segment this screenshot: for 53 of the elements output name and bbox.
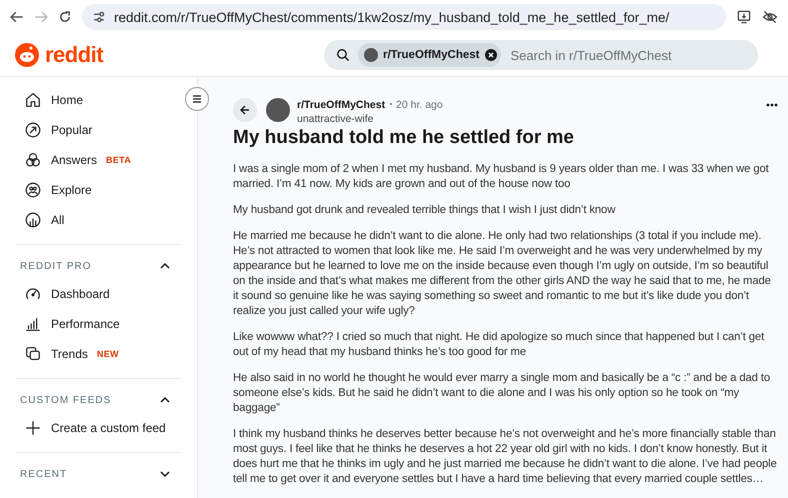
chat-squares-icon xyxy=(24,345,42,363)
sidebar-item[interactable]: Popular xyxy=(16,115,181,145)
sidebar-item[interactable]: Create a custom feed xyxy=(16,413,181,443)
chip-label: r/TrueOffMyChest xyxy=(383,49,480,61)
logo-text: reddit xyxy=(45,42,104,68)
section-header[interactable]: CUSTOM FEEDS xyxy=(16,387,181,413)
avatar-icon xyxy=(364,48,378,62)
post-paragraph: Like wowww what?? I cried so much that night. He did apologize so much since that happened but I can’t get out of my head that my husband thinks he’s too good for me xyxy=(233,330,766,360)
menu-button[interactable] xyxy=(185,87,209,111)
sidebar-item[interactable]: Explore xyxy=(16,175,181,205)
tag-label: BETA xyxy=(106,155,132,165)
bar-chart-icon xyxy=(24,315,42,333)
eye-slash-icon[interactable] xyxy=(762,9,778,25)
section-header[interactable]: REDDIT PRO xyxy=(16,253,181,279)
post-paragraph: I was a single mom of 2 when I met my husband. My husband is 9 years older than me. I was 33 when we got married. I’m 41 now. My kids are grown and out of the house now too xyxy=(233,162,770,192)
sidebar-item[interactable]: Performance xyxy=(16,309,181,339)
community-chip[interactable]: r/TrueOffMyChest xyxy=(358,43,500,67)
post-time: 20 hr. ago xyxy=(396,99,443,111)
sidebar-item[interactable]: Dashboard xyxy=(16,279,181,309)
reload-icon[interactable] xyxy=(58,10,72,24)
search-icon xyxy=(336,48,350,62)
home-icon xyxy=(24,91,42,109)
logo-icon xyxy=(14,42,40,68)
post-paragraph: My husband got drunk and revealed terrible things that I wish I just didn’t know xyxy=(233,203,616,218)
post-title: My husband told me he settled for me xyxy=(233,127,575,149)
sidebar-item[interactable]: Answers BETA xyxy=(16,145,181,175)
author-link[interactable]: unattractive-wife xyxy=(297,113,443,125)
back-icon[interactable] xyxy=(10,10,24,24)
address-bar[interactable]: reddit.com/r/TrueOffMyChest/comments/1kw2osz/my_husband_told_me_he_settled_for_me/ xyxy=(82,4,726,30)
subreddit-link[interactable]: r/TrueOffMyChest xyxy=(297,99,386,111)
back-arrow-icon xyxy=(239,104,251,116)
section-header[interactable]: RECENT xyxy=(16,461,181,487)
tag-label: NEW xyxy=(96,349,119,359)
more-options-icon[interactable] xyxy=(766,103,778,107)
sidebar-item[interactable]: Home xyxy=(16,85,181,115)
site-settings-icon[interactable] xyxy=(92,10,106,24)
search-field[interactable]: r/TrueOffMyChest Search in r/TrueOffMyChest xyxy=(324,40,758,70)
circles-icon xyxy=(24,151,42,169)
post-paragraph: He married me because he didn’t want to die alone. He only had two relationships (3 total if you include me). He’s not attracted to women that look like me. He said I’m overweight and he was very underwhelmed by my appearance but he learned to love me on the inside because even though I’m ugly on outside, I’m so beautiful on the inside and that’s what makes me different from the other girls AND the way he said that to me, he made it sound so genuine like he was saying something so sweet and romantic to me but it’s like dude you don’t realize you just called your wife ugly? xyxy=(233,229,772,319)
people-circle-icon xyxy=(24,181,42,199)
menu-icon xyxy=(191,93,203,105)
plus-icon xyxy=(24,419,42,437)
post-paragraph: He also said in no world he thought he would ever marry a single mom and basically be a “c :” and be a dad to someone else’s kids. But he said he didn’t want to die alone and I was his only option so he took on “my baggage” xyxy=(233,371,772,416)
post-paragraph: I think my husband thinks he deserves better because he’s not overweight and he’s more financially stable than most guys. I feel like that he thinks he deserves a hot 22 year old girl with no kids. I don’t know honestly. But it does hurt me that he thinks im ugly and he just married me because he didn’t want to die alone. I’ve had people tell me to get over it and everyone settles but I have a hard time believing that every married couple settles… xyxy=(233,427,778,487)
arrow-circle-icon xyxy=(24,121,42,139)
install-icon[interactable] xyxy=(736,9,752,25)
sidebar-item[interactable]: Trends NEW xyxy=(16,339,181,369)
chart-circle-icon xyxy=(24,211,42,229)
back-button[interactable] xyxy=(233,98,257,122)
url-text: reddit.com/r/TrueOffMyChest/comments/1kw2osz/my_husband_told_me_he_settled_for_me/ xyxy=(114,10,670,24)
avatar-icon xyxy=(266,98,290,122)
close-icon[interactable] xyxy=(484,49,496,61)
sidebar-item[interactable]: All xyxy=(16,205,181,235)
